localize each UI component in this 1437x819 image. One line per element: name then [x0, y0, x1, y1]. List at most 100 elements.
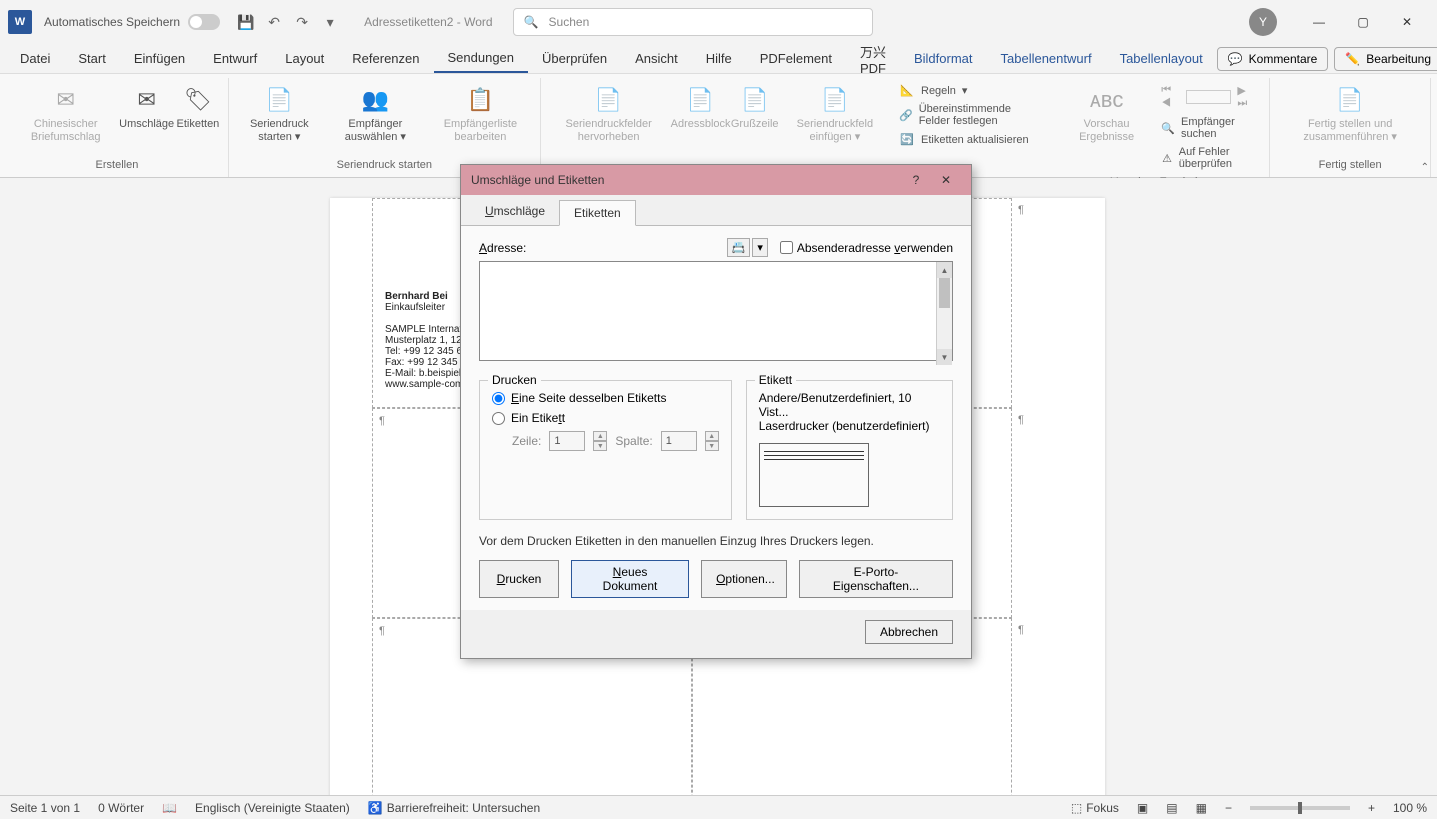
word-count[interactable]: 0 Wörter [98, 801, 144, 815]
record-nav[interactable]: ⏮ ◀ ▶ ⏭ [1157, 82, 1259, 112]
close-button[interactable]: ✕ [1385, 6, 1429, 38]
spellcheck-icon[interactable]: 📖 [162, 801, 177, 815]
ribbon-group-erstellen: ✉Chinesischer Briefumschlag ✉Umschläge 🏷… [6, 78, 229, 177]
col-spin-down: ▼ [705, 441, 719, 451]
address-book-dropdown[interactable]: ▾ [752, 238, 768, 257]
dialog-close-button[interactable]: ✕ [931, 173, 961, 187]
tab-datei[interactable]: Datei [6, 45, 64, 72]
mailmerge-icon: 📄 [263, 84, 295, 116]
greeting-icon: 📄 [739, 84, 771, 116]
cancel-button[interactable]: Abbrechen [865, 620, 953, 644]
tab-tabellenlayout[interactable]: Tabellenlayout [1106, 45, 1217, 72]
scroll-thumb[interactable] [939, 278, 950, 308]
minimize-button[interactable]: — [1297, 6, 1341, 38]
label-preview[interactable] [759, 443, 869, 507]
dialog-tab-umschlaege[interactable]: Umschläge [471, 199, 559, 225]
tab-referenzen[interactable]: Referenzen [338, 45, 433, 72]
autosave-toggle[interactable] [188, 14, 220, 30]
group-label-erstellen: Erstellen [96, 157, 139, 175]
envelope-icon: ✉ [131, 84, 163, 116]
radio-single-label[interactable]: Ein Etikett [492, 411, 719, 425]
address-book-button[interactable]: 📇 [727, 238, 751, 257]
redo-icon[interactable]: ↷ [288, 8, 316, 36]
tab-entwurf[interactable]: Entwurf [199, 45, 271, 72]
ribbon-collapse-button[interactable]: ⌃ [1421, 162, 1429, 173]
tab-bildformat[interactable]: Bildformat [900, 45, 987, 72]
user-avatar[interactable]: Y [1249, 8, 1277, 36]
tab-layout[interactable]: Layout [271, 45, 338, 72]
match-icon: 🔗 [899, 109, 913, 122]
row-input [549, 431, 585, 451]
search-box[interactable]: 🔍 Suchen [513, 8, 873, 36]
dialog-title-text: Umschläge und Etiketten [471, 173, 604, 187]
rules-button[interactable]: 📐Regeln ▾ [895, 82, 1046, 99]
select-recipients-button[interactable]: 👥Empfänger auswählen ▾ [326, 80, 425, 157]
address-textarea[interactable] [479, 261, 953, 361]
sender-address-checkbox[interactable] [780, 241, 793, 254]
web-layout-icon[interactable]: ▦ [1196, 801, 1207, 815]
finish-merge-button: 📄Fertig stellen und zusammenführen ▾ [1276, 80, 1424, 157]
accessibility-status[interactable]: ♿ Barrierefreiheit: Untersuchen [368, 801, 540, 815]
labels-button[interactable]: 🏷Etiketten [174, 80, 222, 157]
tab-sendungen[interactable]: Sendungen [434, 44, 529, 73]
comments-button[interactable]: 💬 Kommentare [1217, 47, 1329, 71]
row-spin-down: ▼ [593, 441, 607, 451]
maximize-button[interactable]: ▢ [1341, 6, 1385, 38]
tab-hilfe[interactable]: Hilfe [692, 45, 746, 72]
search-icon: 🔍 [524, 15, 539, 29]
word-icon: W [8, 10, 32, 34]
dialog-help-button[interactable]: ? [901, 173, 931, 187]
ribbon-group-fertig: 📄Fertig stellen und zusammenführen ▾ Fer… [1270, 78, 1431, 177]
search-person-icon: 🔍 [1161, 122, 1175, 135]
qat-dropdown-icon[interactable]: ▾ [316, 8, 344, 36]
tab-ansicht[interactable]: Ansicht [621, 45, 692, 72]
match-fields-button[interactable]: 🔗Übereinstimmende Felder festlegen [895, 101, 1046, 129]
search-placeholder: Suchen [549, 15, 590, 29]
dialog-tab-etiketten[interactable]: Etiketten [559, 200, 636, 226]
tab-ueberpruefen[interactable]: Überprüfen [528, 45, 621, 72]
zoom-out-button[interactable]: − [1225, 801, 1232, 815]
read-mode-icon[interactable]: ▣ [1137, 801, 1148, 815]
print-button[interactable]: Drucken [479, 560, 559, 598]
radio-full-page[interactable]: Eine Seite desselben Etiketts [492, 391, 719, 405]
preview-results-button: ᴀʙᴄVorschau Ergebnisse [1062, 80, 1151, 174]
zoom-slider[interactable] [1250, 806, 1350, 810]
undo-icon[interactable]: ↶ [260, 8, 288, 36]
focus-mode-button[interactable]: ⬚ Fokus [1071, 801, 1119, 815]
dialog-titlebar[interactable]: Umschläge und Etiketten ? ✕ [461, 165, 971, 195]
highlight-fields-button: 📄Seriendruckfelder hervorheben [547, 80, 671, 157]
address-scrollbar[interactable]: ▲ ▼ [936, 262, 952, 365]
find-recipient-button[interactable]: 🔍Empfänger suchen [1157, 114, 1259, 142]
ribbon-group-seriendruck: 📄Seriendruck starten ▾ 👥Empfänger auswäh… [229, 78, 541, 177]
check-errors-button[interactable]: ⚠Auf Fehler überprüfen [1157, 144, 1259, 172]
editing-mode-button[interactable]: ✏️ Bearbeitung ▾ [1334, 47, 1437, 71]
zoom-level[interactable]: 100 % [1393, 801, 1427, 815]
tab-pdfelement[interactable]: PDFelement [746, 45, 846, 72]
row-label: Zeile: [512, 434, 541, 448]
envelopes-button[interactable]: ✉Umschläge [121, 80, 172, 157]
language-status[interactable]: Englisch (Vereinigte Staaten) [195, 801, 350, 815]
ribbon-group-vorschau: ᴀʙᴄVorschau Ergebnisse ⏮ ◀ ▶ ⏭ 🔍Empfänge… [1056, 78, 1270, 177]
new-document-button[interactable]: Neues Dokument [571, 560, 689, 598]
autosave-label: Automatisches Speichern [44, 15, 180, 29]
scroll-down-icon[interactable]: ▼ [937, 349, 952, 365]
ribbon-group-fields: 📄Seriendruckfelder hervorheben 📄Adressbl… [541, 78, 1056, 177]
save-icon[interactable]: 💾 [232, 8, 260, 36]
document-title: Adressetiketten2 - Word [364, 15, 493, 29]
address-block-button: 📄Adressblock [672, 80, 728, 157]
options-button[interactable]: Optionen... [701, 560, 787, 598]
col-spin-up: ▲ [705, 431, 719, 441]
eporto-button[interactable]: E-Porto-Eigenschaften... [799, 560, 953, 598]
mailmerge-start-button[interactable]: 📄Seriendruck starten ▾ [235, 80, 324, 157]
tab-tabellenentwurf[interactable]: Tabellenentwurf [987, 45, 1106, 72]
tab-einfuegen[interactable]: Einfügen [120, 45, 199, 72]
update-labels-button[interactable]: 🔄Etiketten aktualisieren [895, 131, 1046, 148]
tab-start[interactable]: Start [64, 45, 119, 72]
label-legend: Etikett [755, 373, 796, 387]
col-label: Spalte: [615, 434, 652, 448]
zoom-in-button[interactable]: + [1368, 801, 1375, 815]
statusbar: Seite 1 von 1 0 Wörter 📖 Englisch (Verei… [0, 795, 1437, 819]
print-layout-icon[interactable]: ▤ [1166, 801, 1177, 815]
scroll-up-icon[interactable]: ▲ [937, 262, 952, 278]
page-status[interactable]: Seite 1 von 1 [10, 801, 80, 815]
